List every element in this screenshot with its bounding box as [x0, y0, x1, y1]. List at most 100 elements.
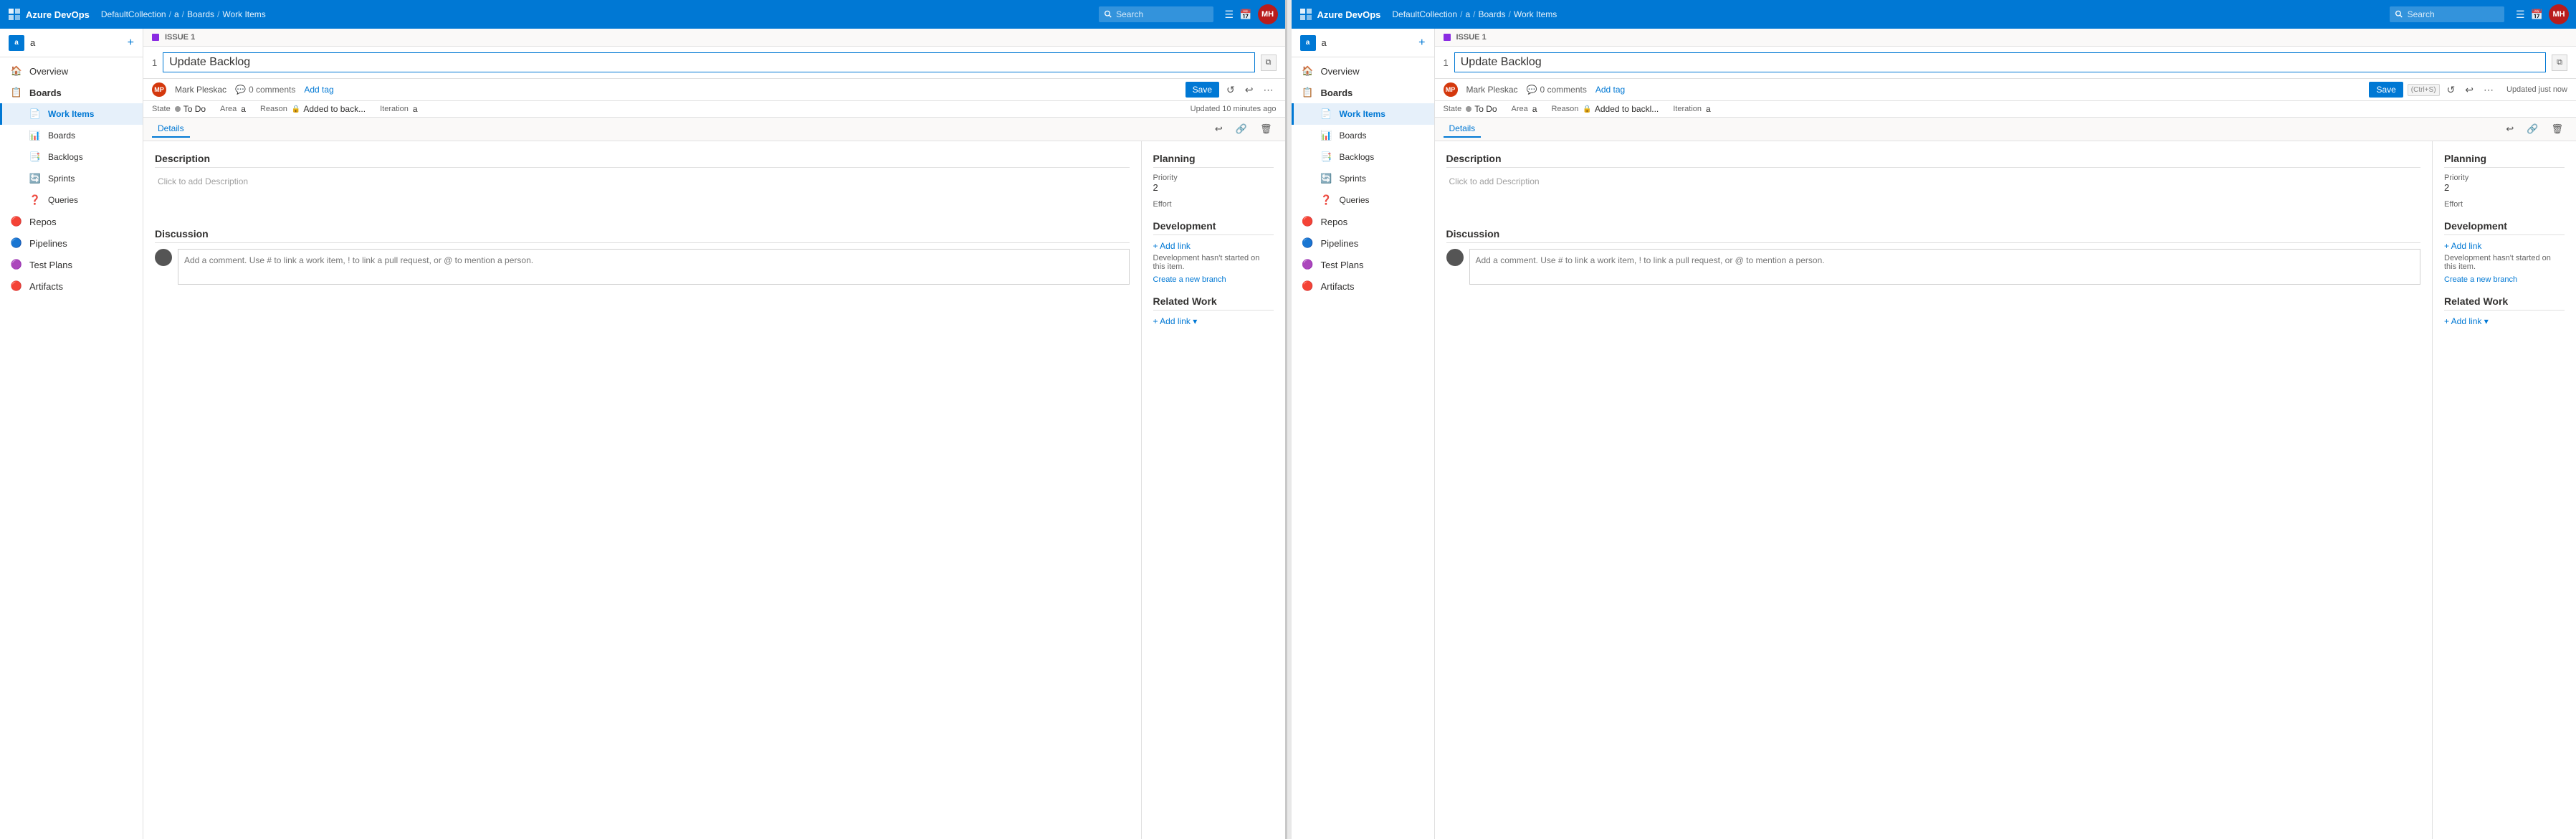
add-tag-right[interactable]: Add tag	[1595, 85, 1625, 95]
sidebar-item-queries-left[interactable]: ❓ Queries	[0, 189, 143, 211]
comments-left[interactable]: 💬 0 comments	[235, 85, 295, 95]
toolbar-right-right: ↩ 🔗 🗑	[2501, 121, 2567, 137]
area-label-left: Area	[220, 105, 237, 113]
queries-icon-left: ❓	[29, 194, 41, 206]
refresh-button-right[interactable]: ↺	[2444, 82, 2458, 98]
reason-value-right[interactable]: 🔒 Added to backl...	[1583, 104, 1659, 114]
priority-value-right[interactable]: 2	[2444, 182, 2565, 193]
undo-button-right[interactable]: ↩	[2462, 82, 2476, 98]
details-tab-right[interactable]: Details	[1444, 120, 1482, 138]
comment-input-left[interactable]	[178, 249, 1130, 285]
copy-id-button-right[interactable]: ⧉	[2552, 54, 2567, 71]
sidebar-item-artifacts-right[interactable]: 🔴 Artifacts	[1292, 275, 1434, 297]
issue-badge-dot-left	[152, 34, 159, 41]
iteration-field-left: Iteration a	[380, 104, 417, 114]
reason-value-left[interactable]: 🔒 Added to back...	[292, 104, 366, 114]
user-avatar-left[interactable]: MH	[1258, 4, 1278, 24]
create-branch-right[interactable]: Create a new branch	[2444, 275, 2517, 284]
sidebar-item-workitems-left[interactable]: 📄 Work Items	[0, 103, 143, 125]
comment-input-right[interactable]	[1469, 249, 2421, 285]
search-input-left[interactable]	[1116, 9, 1207, 19]
iteration-label-left: Iteration	[380, 105, 409, 113]
related-add-link-left[interactable]: + Add link ▾	[1153, 316, 1198, 326]
description-placeholder-right[interactable]: Click to add Description	[1446, 174, 2421, 217]
comment-box-right	[1446, 249, 2421, 285]
search-box-right[interactable]	[2390, 6, 2504, 22]
search-input-right[interactable]	[2408, 9, 2499, 19]
workitem-title-input-right[interactable]	[1454, 52, 2546, 72]
delete-button-right[interactable]: 🗑	[2547, 121, 2567, 137]
save-button-right[interactable]: Save	[2369, 82, 2403, 98]
sidebar-item-queries-right[interactable]: ❓ Queries	[1292, 189, 1434, 211]
iteration-value-right[interactable]: a	[1706, 104, 1711, 114]
more-button-right[interactable]: ⋯	[2481, 82, 2496, 98]
calendar-icon-right[interactable]: 📅	[2531, 9, 2543, 21]
sidebar-project-left[interactable]: a a +	[0, 29, 143, 57]
sidebar-item-testplans-right[interactable]: 🟣 Test Plans	[1292, 254, 1434, 275]
comments-right[interactable]: 💬 0 comments	[1527, 85, 1587, 95]
add-tag-left[interactable]: Add tag	[304, 85, 333, 95]
action-buttons-left: Save ↺ ↩ ⋯	[1186, 82, 1277, 98]
sidebar-item-pipelines-right[interactable]: 🔵 Pipelines	[1292, 232, 1434, 254]
add-project-button-left[interactable]: +	[128, 37, 134, 49]
add-project-button-right[interactable]: +	[1418, 37, 1425, 49]
copy-id-button-left[interactable]: ⧉	[1261, 54, 1277, 71]
sidebar-item-backlogs-right[interactable]: 📑 Backlogs	[1292, 146, 1434, 168]
sidebar-item-boards-sub-left[interactable]: 📊 Boards	[0, 125, 143, 146]
undo-button-left[interactable]: ↩	[1242, 82, 1256, 98]
delete-button-left[interactable]: 🗑	[1256, 121, 1277, 137]
sidebar-item-boards-left[interactable]: 📋 Boards	[0, 82, 143, 103]
link-button-right[interactable]: 🔗	[2522, 121, 2542, 137]
related-add-link-right[interactable]: + Add link ▾	[2444, 316, 2489, 326]
sidebar-item-boards-sub-right[interactable]: 📊 Boards	[1292, 125, 1434, 146]
sidebar-item-boards-right[interactable]: 📋 Boards	[1292, 82, 1434, 103]
description-placeholder-left[interactable]: Click to add Description	[155, 174, 1130, 217]
sidebar-item-sprints-right[interactable]: 🔄 Sprints	[1292, 168, 1434, 189]
sidebar-item-repos-left[interactable]: 🔴 Repos	[0, 211, 143, 232]
discussion-section-left: Discussion	[155, 228, 1130, 285]
calendar-icon-left[interactable]: 📅	[1239, 9, 1251, 21]
create-branch-left[interactable]: Create a new branch	[1153, 275, 1226, 284]
state-value-left[interactable]: To Do	[175, 104, 206, 114]
list-icon-left[interactable]: ☰	[1225, 9, 1234, 21]
sprints-label-right: Sprints	[1340, 174, 1366, 184]
workitems-label-left: Work Items	[48, 109, 94, 119]
iteration-field-right: Iteration a	[1673, 104, 1710, 114]
related-work-section-left: Related Work + Add link ▾	[1153, 295, 1274, 326]
details-tab-left[interactable]: Details	[152, 120, 190, 138]
save-button-left[interactable]: Save	[1186, 82, 1219, 98]
workitem-title-input-left[interactable]	[163, 52, 1254, 72]
sidebar-item-testplans-left[interactable]: 🟣 Test Plans	[0, 254, 143, 275]
search-box-left[interactable]	[1099, 6, 1213, 22]
main-panel-left: ISSUE 1 1 ⧉ MP Mark Pleskac 💬	[143, 29, 1285, 839]
sidebar-item-sprints-left[interactable]: 🔄 Sprints	[0, 168, 143, 189]
user-avatar-right[interactable]: MH	[2549, 4, 2569, 24]
author-avatar-left: MP	[152, 82, 166, 97]
history-button-left[interactable]: ↩	[1211, 121, 1227, 137]
priority-value-left[interactable]: 2	[1153, 182, 1274, 193]
sidebar-nav-left: 🏠 Overview 📋 Boards 📄 Work Items 📊	[0, 57, 143, 839]
sidebar-item-artifacts-left[interactable]: 🔴 Artifacts	[0, 275, 143, 297]
sidebar-item-workitems-right[interactable]: 📄 Work Items	[1292, 103, 1434, 125]
list-icon-right[interactable]: ☰	[2516, 9, 2525, 21]
history-button-right[interactable]: ↩	[2501, 121, 2518, 137]
state-value-right[interactable]: To Do	[1466, 104, 1497, 114]
add-link-right[interactable]: + Add link	[2444, 241, 2565, 251]
sidebar-item-backlogs-left[interactable]: 📑 Backlogs	[0, 146, 143, 168]
sidebar-item-overview-left[interactable]: 🏠 Overview	[0, 60, 143, 82]
sidebar-item-pipelines-left[interactable]: 🔵 Pipelines	[0, 232, 143, 254]
pipelines-label-right: Pipelines	[1321, 238, 1359, 249]
title-row-right: 1 ⧉	[1435, 47, 2576, 79]
discussion-section-right: Discussion	[1446, 228, 2421, 285]
description-title-right: Description	[1446, 153, 2421, 168]
area-value-right[interactable]: a	[1532, 104, 1537, 114]
sidebar-project-right[interactable]: a a +	[1292, 29, 1434, 57]
add-link-left[interactable]: + Add link	[1153, 241, 1274, 251]
area-value-left[interactable]: a	[241, 104, 246, 114]
iteration-value-left[interactable]: a	[413, 104, 418, 114]
sidebar-item-repos-right[interactable]: 🔴 Repos	[1292, 211, 1434, 232]
link-button-left[interactable]: 🔗	[1231, 121, 1251, 137]
sidebar-item-overview-right[interactable]: 🏠 Overview	[1292, 60, 1434, 82]
more-button-left[interactable]: ⋯	[1261, 82, 1277, 98]
refresh-button-left[interactable]: ↺	[1223, 82, 1238, 98]
